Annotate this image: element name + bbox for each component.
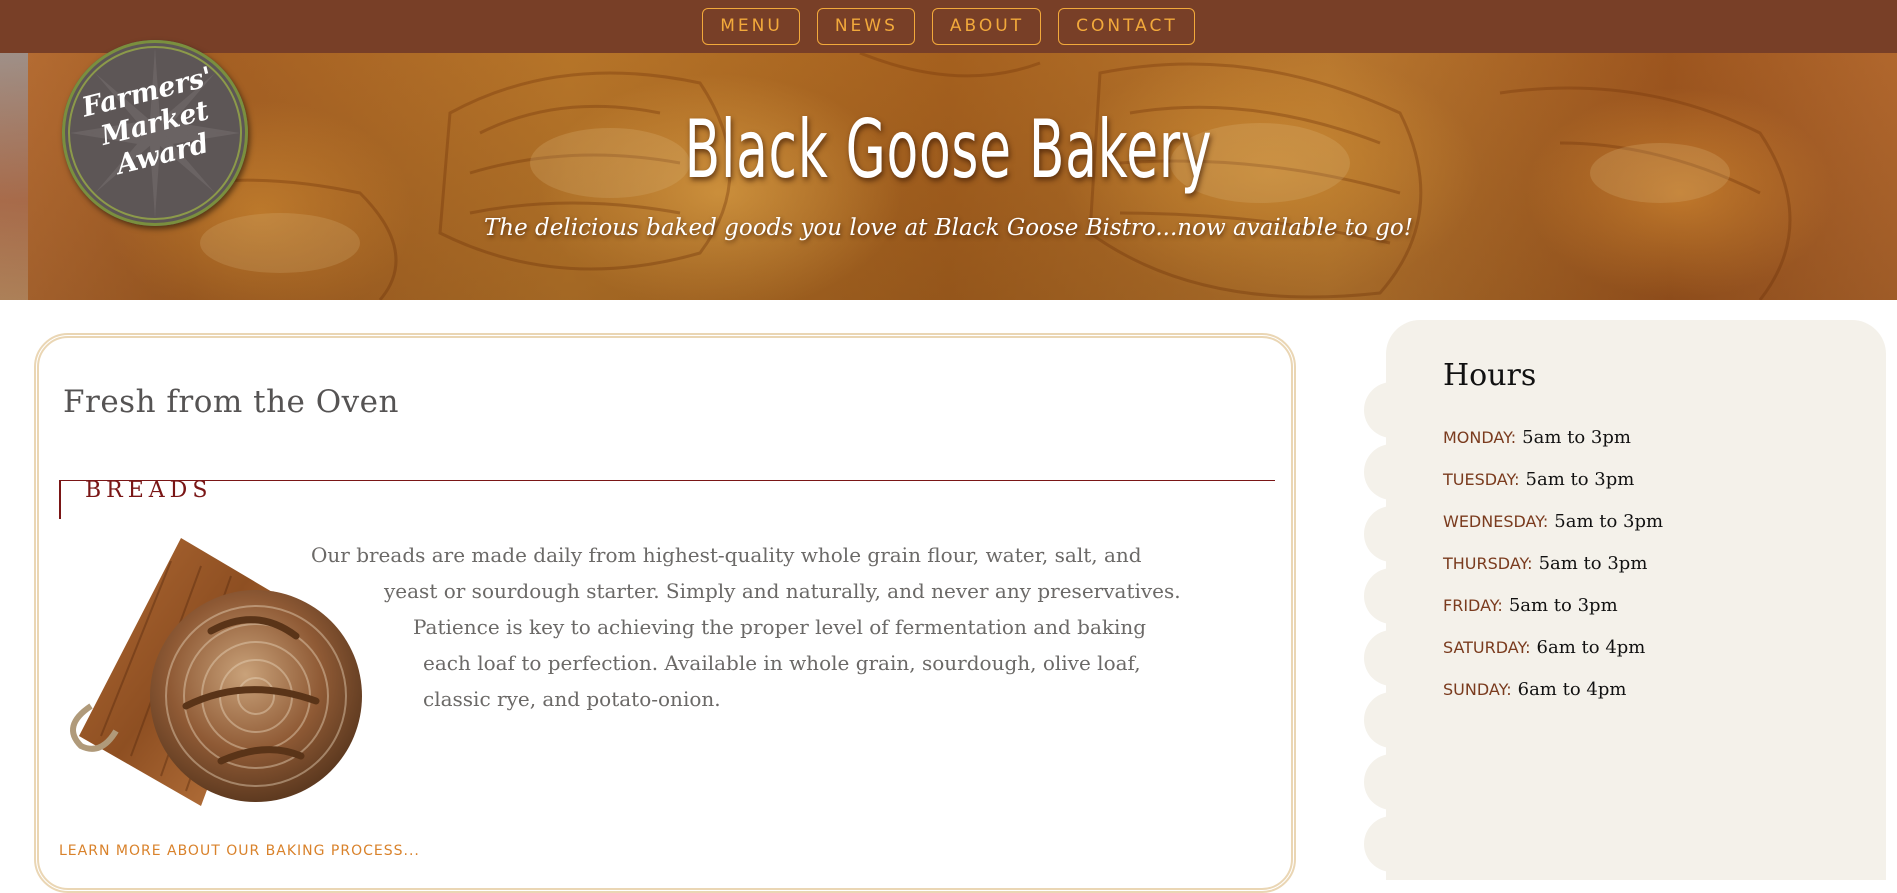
day-hours: 5am to 3pm [1508, 595, 1618, 616]
hours-row: Monday: 5am to 3pm [1443, 424, 1663, 466]
scalloped-edge [1364, 382, 1408, 872]
day-label: Wednesday: [1443, 512, 1549, 531]
day-label: Thursday: [1443, 554, 1533, 573]
hero-banner: Black Goose Bakery The delicious baked g… [0, 53, 1897, 300]
day-hours: 5am to 3pm [1554, 511, 1664, 532]
description-line-5: classic rye, and potato-onion. [423, 687, 721, 711]
hours-row: Thursday: 5am to 3pm [1443, 550, 1663, 592]
hours-row: Friday: 5am to 3pm [1443, 592, 1663, 634]
day-label: Tuesday: [1443, 470, 1520, 489]
nav-menu-link[interactable]: MENU [702, 8, 800, 45]
hours-title: Hours [1443, 358, 1537, 393]
day-label: Saturday: [1443, 638, 1531, 657]
hours-row: Saturday: 6am to 4pm [1443, 634, 1663, 676]
top-nav: MENU NEWS ABOUT CONTACT [0, 0, 1897, 53]
nav-about-link[interactable]: ABOUT [931, 8, 1042, 45]
farmers-market-award-badge: Farmers' Market Award [62, 40, 248, 226]
description-line-1: Our breads are made daily from highest-q… [311, 543, 1142, 567]
description-line-4: each loaf to perfection. Available in wh… [423, 651, 1141, 675]
hours-sidebar: Hours Monday: 5am to 3pm Tuesday: 5am to 3… [1364, 320, 1886, 880]
bread-loaf-image [70, 538, 362, 806]
hours-row: Sunday: 6am to 4pm [1443, 676, 1663, 718]
site-title: Black Goose Bakery [684, 103, 1213, 196]
day-label: Monday: [1443, 428, 1517, 447]
day-hours: 5am to 3pm [1525, 469, 1635, 490]
section-heading-breads: BREADS [85, 478, 213, 503]
description-line-2: yeast or sourdough starter. Simply and n… [384, 579, 1181, 603]
learn-more-link[interactable]: LEARN MORE ABOUT OUR BAKING PROCESS... [59, 843, 420, 859]
nav-contact-link[interactable]: CONTACT [1058, 8, 1195, 45]
day-hours: 5am to 3pm [1522, 427, 1631, 448]
hours-row: Tuesday: 5am to 3pm [1443, 466, 1663, 508]
day-hours: 5am to 3pm [1538, 553, 1648, 574]
main-content-card: Fresh from the Oven BREADS Our breads ar… [34, 333, 1296, 893]
hours-row: Wednesday: 5am to 3pm [1443, 508, 1663, 550]
description-line-3: Patience is key to achieving the proper … [413, 615, 1147, 639]
day-label: Friday: [1443, 596, 1503, 615]
hours-list: Monday: 5am to 3pm Tuesday: 5am to 3pm Wed… [1443, 424, 1663, 718]
section-heading-rule: BREADS [59, 478, 1275, 519]
hero-tagline: The delicious baked goods you love at Bl… [483, 215, 1414, 241]
day-label: Sunday: [1443, 680, 1512, 699]
page-title: Fresh from the Oven [63, 384, 399, 420]
day-hours: 6am to 4pm [1517, 679, 1627, 700]
nav-news-link[interactable]: NEWS [816, 8, 915, 45]
day-hours: 6am to 4pm [1536, 637, 1646, 658]
